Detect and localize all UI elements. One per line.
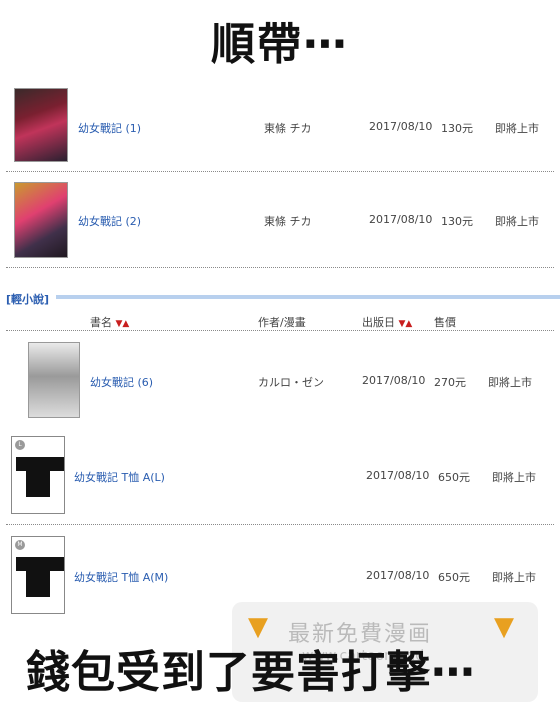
product-date: 2017/08/10	[362, 374, 426, 387]
product-date: 2017/08/10	[366, 569, 430, 582]
product-author: カルロ・ゼン	[258, 376, 324, 389]
product-status: 即將上市	[495, 215, 539, 228]
product-cover-image[interactable]	[14, 182, 68, 258]
product-price: 130元	[441, 215, 473, 228]
size-badge: M	[15, 540, 25, 550]
product-price: 130元	[441, 122, 473, 135]
product-title-link[interactable]: 幼女戰記 (2)	[78, 213, 141, 229]
product-cover-image[interactable]	[28, 342, 80, 418]
product-status: 即將上市	[488, 376, 532, 389]
product-title-link[interactable]: 幼女戰記 T恤 A(M)	[74, 569, 168, 585]
product-title-link[interactable]: 幼女戰記 T恤 A(L)	[74, 469, 165, 485]
product-status: 即將上市	[495, 122, 539, 135]
product-date: 2017/08/10	[366, 469, 430, 482]
section-label: [輕小說]	[6, 293, 50, 306]
section-bar	[56, 295, 560, 299]
product-cover-image[interactable]: L	[11, 436, 65, 514]
product-title-link[interactable]: 幼女戰記 (6)	[90, 374, 153, 390]
product-title-link[interactable]: 幼女戰記 (1)	[78, 120, 141, 136]
tshirt-sleeves-icon	[16, 457, 64, 471]
column-header-title[interactable]: 書名 ▼▲	[90, 314, 129, 330]
sort-arrows-icon[interactable]: ▼▲	[116, 319, 130, 329]
tshirt-sleeves-icon	[16, 557, 64, 571]
column-header-author: 作者/漫畫	[258, 316, 306, 329]
product-cover-image[interactable]: M	[11, 536, 65, 614]
product-price: 650元	[438, 471, 470, 484]
row-divider	[6, 267, 554, 268]
product-date: 2017/08/10	[369, 213, 433, 226]
product-status: 即將上市	[492, 471, 536, 484]
headline: 順帶⋯	[211, 19, 349, 70]
size-badge: L	[15, 440, 25, 450]
row-divider	[6, 171, 554, 172]
column-header-date[interactable]: 出版日 ▼▲	[362, 314, 412, 330]
header-divider	[6, 330, 554, 331]
product-price: 650元	[438, 571, 470, 584]
column-header-price: 售價	[434, 316, 456, 329]
product-author: 東條 チカ	[264, 122, 312, 135]
product-date: 2017/08/10	[369, 120, 433, 133]
product-author: 東條 チカ	[264, 215, 312, 228]
product-status: 即將上市	[492, 571, 536, 584]
row-divider	[6, 524, 554, 525]
pointing-down-hand-icon: ▼	[494, 612, 514, 642]
bottom-caption: 錢包受到了要害打擊⋯	[26, 647, 476, 698]
product-cover-image[interactable]	[14, 88, 68, 162]
product-price: 270元	[434, 376, 466, 389]
sort-arrows-icon[interactable]: ▼▲	[399, 319, 413, 329]
